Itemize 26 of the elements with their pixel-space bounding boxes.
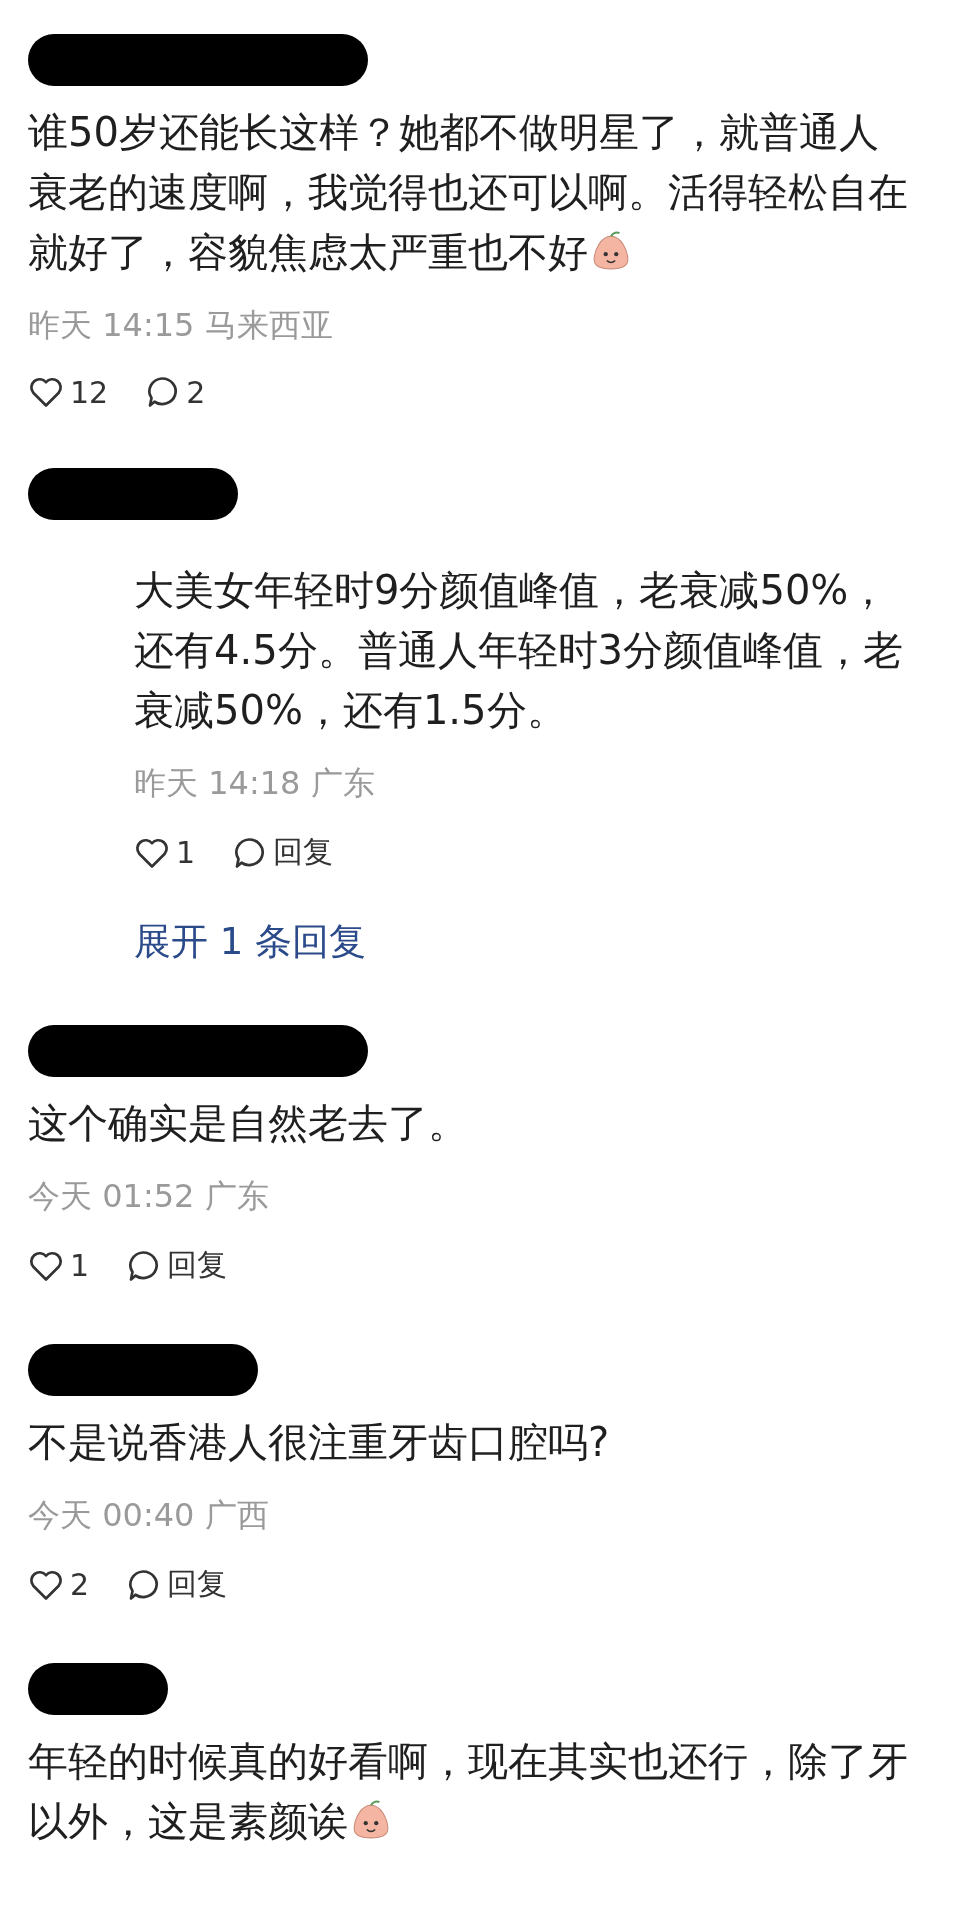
reply-button[interactable]: 回复 — [231, 832, 334, 873]
like-count: 12 — [70, 374, 109, 410]
expand-replies-link[interactable]: 展开 1 条回复 — [134, 917, 367, 967]
like-count: 1 — [176, 835, 196, 870]
reply-label: 回复 — [167, 1565, 228, 1603]
reply-button[interactable]: 回复 — [125, 1245, 228, 1286]
reply-label: 回复 — [167, 1246, 228, 1284]
like-count: 1 — [70, 1248, 90, 1283]
reply-label: 回复 — [273, 833, 334, 871]
like-button[interactable]: 1 — [134, 832, 196, 873]
comment-text: 这个确实是自然老去了。 — [28, 1099, 469, 1148]
comment-meta: 今天 00:40 广西 — [28, 1495, 270, 1536]
reply-button[interactable]: 回复 — [125, 1564, 228, 1605]
like-button[interactable]: 2 — [28, 1564, 90, 1605]
comment-meta: 昨天 14:18 广东 — [134, 763, 376, 804]
comment-meta: 昨天 14:15 马来西亚 — [28, 305, 334, 346]
reply-label: 2 — [186, 374, 206, 410]
comment-text: 年轻的时候真的好看啊，现在其实也还行，除了牙以外，这是素颜诶 — [28, 1737, 908, 1846]
reply-button[interactable]: 2 — [144, 374, 206, 410]
comment-meta: 今天 01:52 广东 — [28, 1176, 270, 1217]
like-count: 2 — [70, 1567, 90, 1602]
comment-text: 不是说香港人很注重牙齿口腔吗? — [28, 1418, 611, 1467]
comment-text: 谁50岁还能长这样？她都不做明星了，就普通人衰老的速度啊，我觉得也还可以啊。活得轻松自在就好了，容貌焦虑太严重也不好 — [28, 108, 908, 277]
comment-text: 大美女年轻时9分颜值峰值，老衰减50%，还有4.5分。普通人年轻时3分颜值峰值，老衰减50%，还有1.5分。 — [134, 566, 905, 735]
like-button[interactable]: 1 — [28, 1245, 90, 1286]
like-button[interactable]: 12 — [28, 374, 109, 410]
